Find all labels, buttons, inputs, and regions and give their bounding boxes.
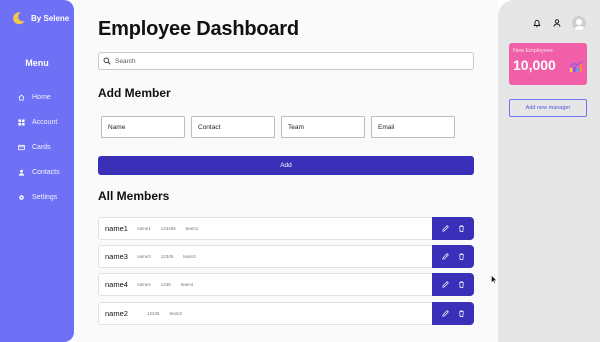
sidebar: By Selene Menu Home Account Cards Contac…: [0, 0, 74, 342]
team-field[interactable]: [281, 116, 365, 138]
all-members-title: All Members: [98, 189, 170, 203]
search-box[interactable]: [98, 52, 474, 70]
sidebar-item-contacts[interactable]: Contacts: [18, 160, 60, 185]
member-contact: 123456: [160, 226, 176, 231]
member-email: name3: [137, 254, 151, 259]
new-employees-card: New Employees 10,000: [509, 43, 587, 85]
mouse-cursor-icon: [491, 275, 497, 284]
member-contact: 1236: [160, 282, 171, 287]
right-panel: New Employees 10,000 Add new manager: [498, 0, 600, 342]
moon-logo-icon: [13, 12, 25, 25]
sidebar-item-cards[interactable]: Cards: [18, 135, 60, 160]
gear-icon: [19, 195, 24, 200]
stat-label: New Employees: [513, 48, 553, 54]
sidebar-nav: Home Account Cards Contacts Settings: [18, 85, 60, 210]
member-card[interactable]: name2 12345 team2: [98, 302, 432, 325]
add-new-manager-button[interactable]: Add new manager: [509, 99, 587, 117]
edit-icon[interactable]: [441, 309, 450, 318]
member-email: name1: [137, 226, 151, 231]
grid-icon: [18, 119, 25, 126]
sidebar-item-label: Account: [32, 119, 58, 126]
page-title: Employee Dashboard: [98, 18, 299, 40]
stat-value: 10,000: [513, 57, 556, 73]
brand-name: By Selene: [31, 13, 70, 23]
member-name: name3: [105, 252, 128, 261]
brand[interactable]: By Selene: [12, 11, 69, 25]
member-name: name4: [105, 280, 128, 289]
member-card[interactable]: name4 name4 1236 team4: [98, 273, 432, 296]
table-row: name1 name1 123456 team1: [98, 217, 474, 240]
trash-icon[interactable]: [457, 224, 466, 233]
user-icon[interactable]: [552, 18, 562, 28]
member-team: team4: [180, 282, 194, 287]
sidebar-item-label: Settings: [32, 194, 58, 201]
top-icons: [532, 16, 586, 30]
member-actions: [432, 217, 474, 240]
search-icon: [103, 57, 111, 65]
member-actions: [432, 273, 474, 296]
sidebar-item-label: Cards: [32, 144, 51, 151]
trash-icon[interactable]: [457, 309, 466, 318]
sidebar-item-settings[interactable]: Settings: [18, 185, 60, 210]
table-row: name3 name3 12345 team3: [98, 245, 474, 268]
member-card[interactable]: name1 name1 123456 team1: [98, 217, 432, 240]
search-input[interactable]: [115, 57, 465, 65]
add-member-title: Add Member: [98, 86, 171, 100]
member-team: team1: [185, 226, 199, 231]
member-team: team2: [169, 311, 183, 316]
main-content: Employee Dashboard Add Member Add All Me…: [74, 0, 498, 342]
member-name: name2: [105, 309, 128, 318]
member-name: name1: [105, 224, 128, 233]
member-email: name4: [137, 282, 151, 287]
add-button[interactable]: Add: [98, 156, 474, 175]
member-actions: [432, 245, 474, 268]
sidebar-item-account[interactable]: Account: [18, 110, 60, 135]
sidebar-item-label: Contacts: [32, 169, 60, 176]
trend-chart-icon: [569, 60, 583, 72]
table-row: name2 12345 team2: [98, 302, 474, 325]
sidebar-item-home[interactable]: Home: [18, 85, 60, 110]
member-card[interactable]: name3 name3 12345 team3: [98, 245, 432, 268]
card-icon: [18, 144, 25, 151]
home-icon: [18, 94, 25, 101]
member-contact: 12345: [160, 254, 174, 259]
member-actions: [432, 302, 474, 325]
user-icon: [18, 169, 25, 176]
email-field[interactable]: [371, 116, 455, 138]
edit-icon[interactable]: [441, 224, 450, 233]
edit-icon[interactable]: [441, 252, 450, 261]
menu-title: Menu: [25, 58, 49, 68]
contact-field[interactable]: [191, 116, 275, 138]
member-contact: 12345: [147, 311, 160, 316]
name-field[interactable]: [101, 116, 185, 138]
trash-icon[interactable]: [457, 252, 466, 261]
trash-icon[interactable]: [457, 280, 466, 289]
sidebar-item-label: Home: [32, 94, 51, 101]
bell-icon[interactable]: [532, 18, 542, 28]
member-team: team3: [183, 254, 196, 259]
table-row: name4 name4 1236 team4: [98, 273, 474, 296]
edit-icon[interactable]: [441, 280, 450, 289]
avatar[interactable]: [572, 16, 586, 30]
